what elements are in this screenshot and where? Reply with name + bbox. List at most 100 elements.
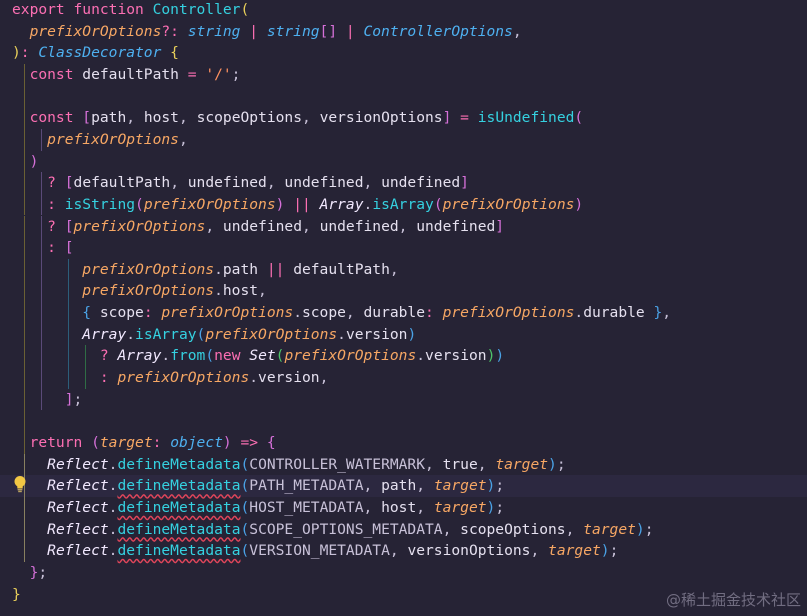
code-token: defaultPath: [73, 174, 171, 192]
code-line[interactable]: };: [0, 562, 807, 584]
code-token: defaultPath: [293, 260, 390, 278]
code-token: ,: [363, 477, 382, 495]
code-text: return (target: object) => {: [12, 432, 276, 454]
code-token: ,: [416, 498, 434, 516]
code-line[interactable]: Array.isArray(prefixOrOptions.version): [0, 323, 807, 346]
code-token: scopeOptions: [460, 520, 566, 538]
code-token: prefixOrOptions: [161, 304, 294, 322]
code-line[interactable]: : [: [0, 237, 807, 259]
code-token: prefixOrOptions: [143, 195, 276, 213]
code-token: [: [64, 239, 74, 257]
code-token: .: [293, 304, 302, 322]
code-line[interactable]: Reflect.defineMetadata(VERSION_METADATA,…: [0, 540, 807, 562]
code-token: ;: [644, 520, 654, 538]
code-token: version: [425, 347, 487, 365]
code-token: target: [99, 434, 153, 451]
code-token: prefixOrOptions: [82, 282, 215, 300]
code-token: ;: [231, 65, 241, 83]
code-token: ;: [73, 390, 83, 408]
code-token: object: [170, 434, 223, 451]
indent-guide: [23, 410, 25, 432]
code-token: [: [82, 109, 92, 127]
code-line[interactable]: ): ClassDecorator {: [0, 42, 807, 64]
code-text: prefixOrOptions.path || defaultPath,: [12, 259, 399, 281]
code-token: ,: [389, 260, 399, 278]
code-line[interactable]: Reflect.defineMetadata(SCOPE_OPTIONS_MET…: [0, 518, 807, 541]
code-token: undefined: [416, 217, 496, 235]
code-token: =: [451, 109, 478, 127]
code-line[interactable]: : prefixOrOptions.version,: [0, 367, 807, 389]
code-line[interactable]: return (target: object) => {: [0, 432, 807, 454]
code-token: ): [574, 195, 584, 213]
code-token: defaultPath: [82, 65, 179, 83]
code-token: durable: [363, 304, 426, 322]
code-token: ): [29, 152, 39, 170]
code-text: ? Array.from(new Set(prefixOrOptions.ver…: [12, 345, 504, 367]
code-token: undefined: [381, 174, 461, 192]
code-token: ): [407, 325, 417, 343]
code-token: isUndefined: [477, 109, 575, 127]
code-text: Reflect.defineMetadata(PATH_METADATA, pa…: [12, 475, 504, 497]
code-token: ): [495, 347, 505, 365]
code-line[interactable]: Reflect.defineMetadata(HOST_METADATA, ho…: [0, 496, 807, 519]
code-token: Array: [319, 195, 364, 213]
code-token: ;: [609, 542, 619, 560]
code-text: { scope: prefixOrOptions.scope, durable:…: [12, 302, 671, 324]
code-line[interactable]: { scope: prefixOrOptions.scope, durable:…: [0, 302, 807, 324]
code-token: host: [222, 282, 259, 300]
code-token: ||: [284, 195, 320, 213]
code-token: ,: [565, 520, 584, 538]
code-token: ClassDecorator: [38, 44, 162, 62]
code-line[interactable]: prefixOrOptions,: [0, 128, 807, 151]
code-line[interactable]: Reflect.defineMetadata(CONTROLLER_WATERM…: [0, 453, 807, 476]
code-text: }: [12, 584, 21, 606]
code-line[interactable]: Reflect.defineMetadata(PATH_METADATA, pa…: [0, 475, 807, 497]
code-line[interactable]: [0, 410, 807, 432]
code-text: Reflect.defineMetadata(HOST_METADATA, ho…: [12, 497, 504, 519]
code-token: defineMetadata: [117, 477, 241, 495]
code-text: ];: [12, 389, 83, 411]
code-token: (: [240, 477, 250, 495]
code-token: ,: [319, 369, 329, 387]
code-line[interactable]: ): [0, 150, 807, 173]
code-token: scope: [301, 304, 346, 322]
lightbulb-icon[interactable]: [13, 475, 27, 493]
code-token: Reflect: [47, 498, 109, 516]
code-text: prefixOrOptions?: string | string[] | Co…: [12, 21, 522, 43]
code-token: ): [635, 520, 645, 538]
code-token: ;: [556, 455, 566, 473]
code-line[interactable]: prefixOrOptions?: string | string[] | Co…: [0, 21, 807, 43]
code-token: target: [433, 477, 487, 495]
code-line[interactable]: ? Array.from(new Set(prefixOrOptions.ver…: [0, 345, 807, 368]
code-line[interactable]: [0, 85, 807, 108]
watermark: @稀土掘金技术社区: [665, 591, 801, 609]
code-line[interactable]: : isString(prefixOrOptions) || Array.isA…: [0, 193, 807, 216]
code-token: ,: [302, 109, 320, 127]
code-token: scopeOptions: [196, 109, 302, 127]
code-token: ): [12, 44, 21, 62]
code-line[interactable]: prefixOrOptions.path || defaultPath,: [0, 258, 807, 281]
code-line[interactable]: prefixOrOptions.host,: [0, 280, 807, 303]
code-token: ,: [178, 109, 197, 127]
code-line[interactable]: ? [defaultPath, undefined, undefined, un…: [0, 172, 807, 194]
code-token: {: [266, 434, 276, 451]
code-token: |: [240, 22, 267, 40]
code-line[interactable]: const [path, host, scopeOptions, version…: [0, 107, 807, 129]
code-token: string: [187, 22, 241, 40]
code-line[interactable]: const defaultPath = '/';: [0, 63, 807, 86]
code-text: const [path, host, scopeOptions, version…: [12, 107, 584, 129]
code-token: const: [29, 109, 83, 127]
code-token: prefixOrOptions: [47, 130, 179, 148]
code-line[interactable]: ];: [0, 388, 807, 411]
code-editor[interactable]: export function Controller( prefixOrOpti…: [0, 0, 807, 616]
code-line[interactable]: ? [prefixOrOptions, undefined, undefined…: [0, 215, 807, 238]
code-line[interactable]: export function Controller(: [0, 0, 807, 21]
code-token: ?: [99, 347, 118, 365]
